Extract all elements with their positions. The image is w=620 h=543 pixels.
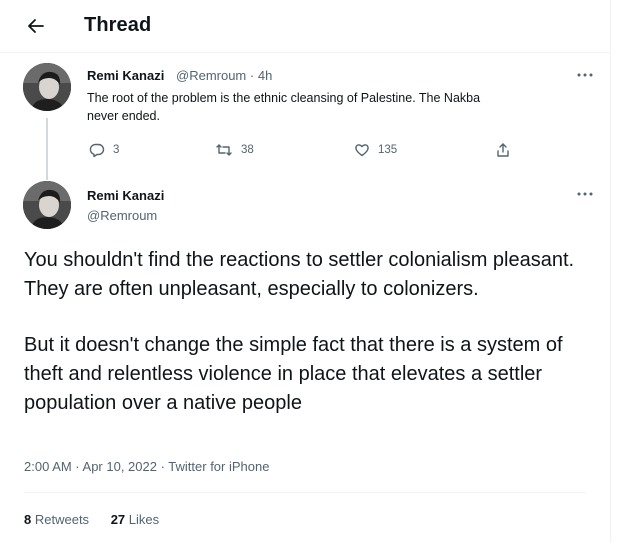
main-tweet-paragraph-2: But it doesn't change the simple fact th… <box>24 334 563 414</box>
like-count: 135 <box>378 144 398 156</box>
author-handle[interactable]: @Remroum <box>176 68 246 83</box>
back-button[interactable] <box>22 12 50 40</box>
header-divider <box>0 52 610 53</box>
thread-connector-line <box>46 118 48 180</box>
main-tweet-paragraph-1: You shouldn't find the reactions to sett… <box>24 249 575 300</box>
author-name[interactable]: Remi Kanazi <box>87 68 164 83</box>
avatar[interactable] <box>23 63 71 111</box>
author-handle-time: @Remroum · 4h <box>176 68 272 83</box>
main-author-handle[interactable]: @Remroum <box>87 208 157 223</box>
avatar-image <box>23 181 71 229</box>
main-author-name[interactable]: Remi Kanazi <box>87 188 164 203</box>
retweets-stat[interactable]: 8 Retweets <box>24 512 93 527</box>
main-tweet-text: You shouldn't find the reactions to sett… <box>24 246 584 418</box>
main-more-button[interactable] <box>574 187 596 201</box>
reply-icon <box>89 143 105 158</box>
tweet-timestamp-source[interactable]: 2:00 AM · Apr 10, 2022 · Twitter for iPh… <box>24 459 269 474</box>
main-avatar[interactable] <box>23 181 71 229</box>
engagement-stats: 8 Retweets 27 Likes <box>24 512 177 527</box>
retweets-label: Retweets <box>34 512 90 527</box>
page-title: Thread <box>84 14 152 36</box>
retweet-button[interactable]: 38 <box>215 140 254 160</box>
column-border <box>610 0 611 543</box>
reply-button[interactable]: 3 <box>89 140 119 160</box>
share-icon <box>497 143 509 157</box>
meta-divider <box>24 492 586 493</box>
more-icon <box>577 73 593 77</box>
heart-icon <box>355 144 369 157</box>
retweet-count: 38 <box>241 144 254 156</box>
likes-count: 27 <box>110 512 126 527</box>
header: Thread <box>0 0 610 52</box>
parent-more-button[interactable] <box>574 68 596 82</box>
tweet-time[interactable]: 4h <box>258 68 272 83</box>
retweets-count: 8 <box>24 512 32 527</box>
parent-tweet-text: The root of the problem is the ethnic cl… <box>87 91 481 123</box>
more-icon <box>577 192 593 196</box>
retweet-icon <box>216 144 232 156</box>
like-button[interactable]: 135 <box>354 140 397 160</box>
share-button[interactable] <box>495 140 511 160</box>
likes-stat[interactable]: 27 Likes <box>111 512 159 527</box>
avatar-image <box>23 63 71 111</box>
likes-label: Likes <box>128 512 160 527</box>
back-arrow-icon <box>28 19 44 33</box>
separator-dot: · <box>249 68 255 83</box>
reply-count: 3 <box>113 144 120 156</box>
